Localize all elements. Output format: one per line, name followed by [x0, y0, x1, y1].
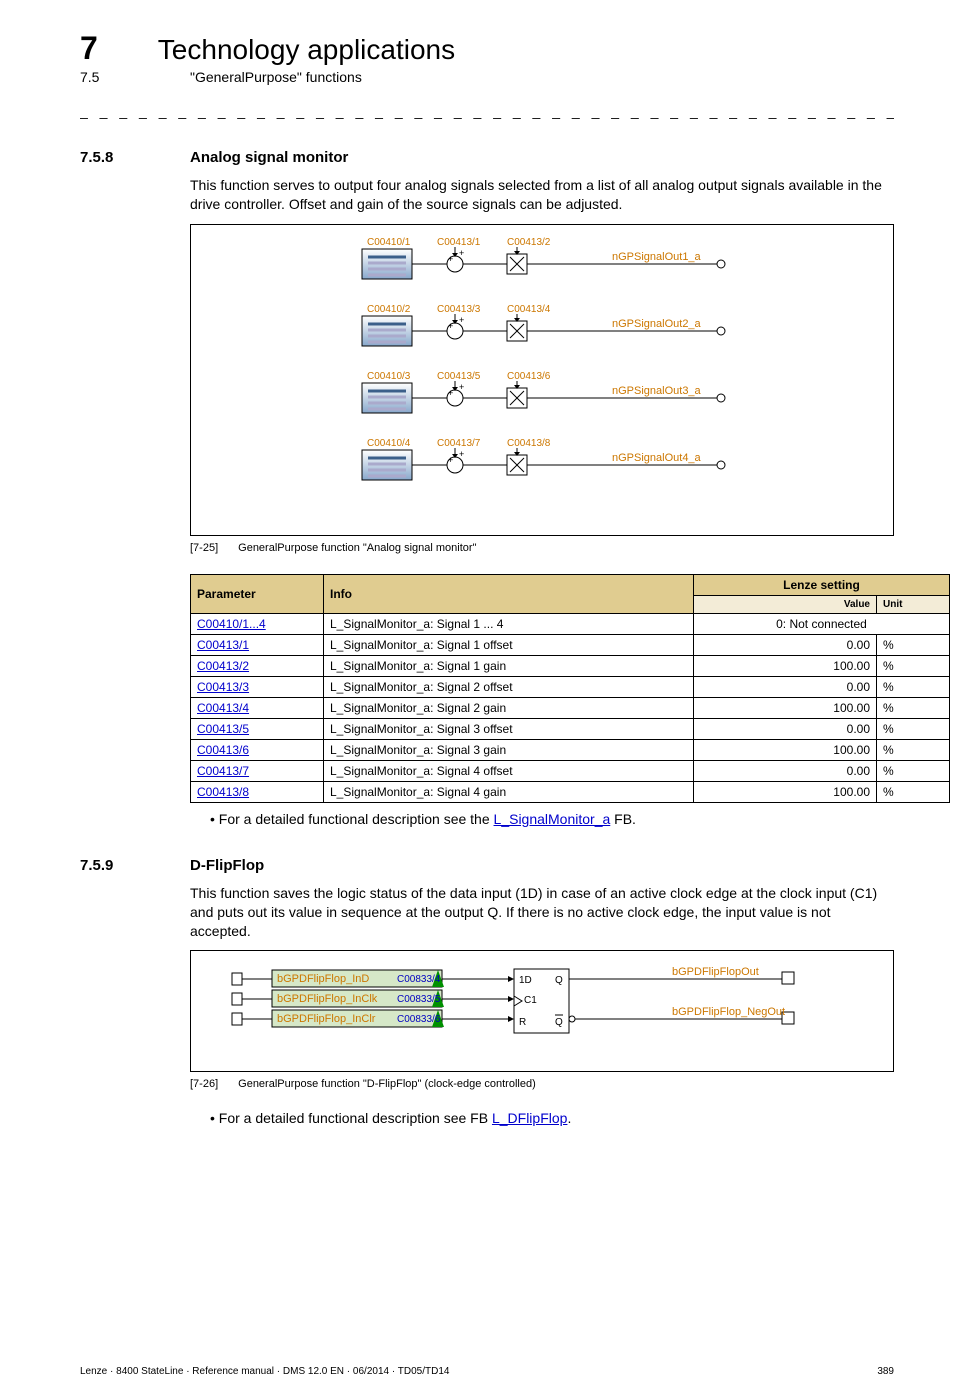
table-row: C00413/5 L_SignalMonitor_a: Signal 3 off…: [191, 718, 950, 739]
svg-text:Q: Q: [555, 975, 563, 986]
subsection-number: 7.5.9: [80, 857, 140, 874]
svg-text:+: +: [448, 388, 453, 398]
note-line: • For a detailed functional description …: [210, 1110, 894, 1126]
paragraph: This function saves the logic status of …: [190, 884, 894, 941]
svg-text:C00833/4: C00833/4: [397, 974, 441, 985]
svg-text:+: +: [448, 254, 453, 264]
th-value: Value: [694, 595, 877, 613]
chapter-number: 7: [80, 30, 98, 67]
svg-text:1D: 1D: [519, 975, 532, 986]
param-link[interactable]: C00413/1: [197, 638, 249, 652]
param-link[interactable]: C00413/3: [197, 680, 249, 694]
svg-text:C00413/5: C00413/5: [437, 371, 481, 382]
param-link[interactable]: C00413/2: [197, 659, 249, 673]
param-link[interactable]: C00410/1...4: [197, 617, 266, 631]
th-info: Info: [324, 574, 694, 613]
svg-text:C1: C1: [524, 995, 537, 1006]
svg-text:+: +: [459, 449, 464, 459]
param-link[interactable]: C00413/8: [197, 785, 249, 799]
chapter-title: Technology applications: [158, 34, 455, 66]
svg-text:C00413/3: C00413/3: [437, 304, 481, 315]
svg-text:bGPDFlipFlop_InD: bGPDFlipFlop_InD: [277, 973, 369, 985]
svg-text:nGPSignalOut1_a: nGPSignalOut1_a: [612, 251, 702, 263]
footer-left: Lenze · 8400 StateLine · Reference manua…: [80, 1366, 449, 1377]
table-row: C00413/6 L_SignalMonitor_a: Signal 3 gai…: [191, 739, 950, 760]
subsection-number: 7.5.8: [80, 149, 140, 166]
svg-text:bGPDFlipFlop_InClk: bGPDFlipFlop_InClk: [277, 993, 378, 1005]
section-title: "GeneralPurpose" functions: [190, 69, 362, 85]
table-row: C00413/8 L_SignalMonitor_a: Signal 4 gai…: [191, 781, 950, 802]
figure-tag: [7-26]: [190, 1078, 218, 1090]
svg-text:C00413/6: C00413/6: [507, 371, 551, 382]
svg-text:C00413/2: C00413/2: [507, 237, 551, 248]
svg-text:R: R: [519, 1017, 526, 1028]
svg-text:C00413/1: C00413/1: [437, 237, 481, 248]
link-signalmonitor[interactable]: L_SignalMonitor_a: [494, 811, 611, 827]
svg-text:bGPDFlipFlop_InClr: bGPDFlipFlop_InClr: [277, 1013, 376, 1025]
svg-text:nGPSignalOut4_a: nGPSignalOut4_a: [612, 452, 702, 464]
th-parameter: Parameter: [191, 574, 324, 613]
th-setting: Lenze setting: [694, 574, 950, 595]
svg-text:+: +: [448, 455, 453, 465]
svg-text:C00413/7: C00413/7: [437, 438, 481, 449]
svg-text:C00410/1: C00410/1: [367, 237, 411, 248]
figure-tag: [7-25]: [190, 542, 218, 554]
table-row: C00413/2 L_SignalMonitor_a: Signal 1 gai…: [191, 655, 950, 676]
param-link[interactable]: C00413/7: [197, 764, 249, 778]
svg-text:C00410/4: C00410/4: [367, 438, 411, 449]
section-number: 7.5: [80, 69, 130, 85]
table-row: C00410/1...4 L_SignalMonitor_a: Signal 1…: [191, 613, 950, 634]
table-row: C00413/4 L_SignalMonitor_a: Signal 2 gai…: [191, 697, 950, 718]
param-link[interactable]: C00413/5: [197, 722, 249, 736]
subsection-title: D-FlipFlop: [190, 857, 264, 874]
svg-text:+: +: [459, 382, 464, 392]
footer-right: 389: [877, 1366, 894, 1377]
svg-text:+: +: [459, 315, 464, 325]
table-row: C00413/3 L_SignalMonitor_a: Signal 2 off…: [191, 676, 950, 697]
figure-caption: GeneralPurpose function "D-FlipFlop" (cl…: [238, 1078, 536, 1090]
note-line: • For a detailed functional description …: [210, 811, 894, 827]
svg-text:+: +: [459, 248, 464, 258]
svg-text:bGPDFlipFlop_NegOut: bGPDFlipFlop_NegOut: [672, 1006, 785, 1018]
figure-7-25: C00410/1 C00413/1 C00413/2 + +: [190, 224, 894, 536]
figure-7-26: bGPDFlipFlop_InD C00833/4 bGPDFlipFlop_I…: [190, 950, 894, 1072]
svg-text:C00410/2: C00410/2: [367, 304, 411, 315]
subsection-title: Analog signal monitor: [190, 149, 348, 166]
separator: _ _ _ _ _ _ _ _ _ _ _ _ _ _ _ _ _ _ _ _ …: [80, 103, 894, 119]
table-row: C00413/7 L_SignalMonitor_a: Signal 4 off…: [191, 760, 950, 781]
svg-text:nGPSignalOut3_a: nGPSignalOut3_a: [612, 385, 702, 397]
svg-text:C00413/8: C00413/8: [507, 438, 551, 449]
param-link[interactable]: C00413/6: [197, 743, 249, 757]
svg-text:C00833/5: C00833/5: [397, 994, 441, 1005]
svg-text:nGPSignalOut2_a: nGPSignalOut2_a: [612, 318, 702, 330]
svg-text:C00413/4: C00413/4: [507, 304, 551, 315]
table-row: C00413/1 L_SignalMonitor_a: Signal 1 off…: [191, 634, 950, 655]
param-link[interactable]: C00413/4: [197, 701, 249, 715]
svg-text:bGPDFlipFlopOut: bGPDFlipFlopOut: [672, 966, 759, 978]
figure-caption: GeneralPurpose function "Analog signal m…: [238, 542, 476, 554]
parameter-table: Parameter Info Lenze setting Value Unit …: [190, 574, 950, 803]
svg-text:+: +: [448, 321, 453, 331]
svg-text:Q: Q: [555, 1017, 563, 1028]
th-unit: Unit: [877, 595, 950, 613]
svg-text:C00410/3: C00410/3: [367, 371, 411, 382]
svg-text:C00833/6: C00833/6: [397, 1014, 441, 1025]
link-dflipflop[interactable]: L_DFlipFlop: [492, 1110, 567, 1126]
paragraph: This function serves to output four anal…: [190, 176, 894, 214]
